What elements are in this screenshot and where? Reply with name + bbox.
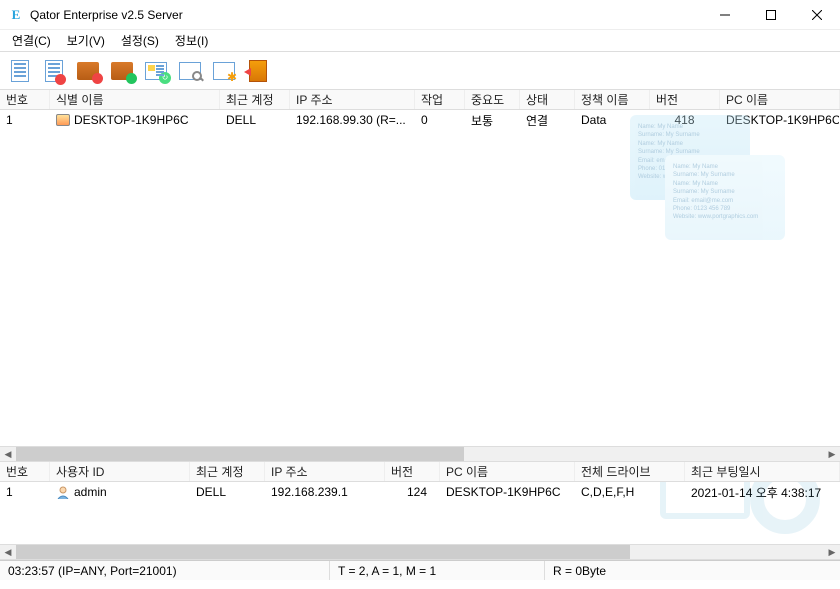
app-logo-icon: E	[8, 7, 24, 23]
col-version[interactable]: 버전	[650, 90, 720, 109]
cell-pcname: DESKTOP-1K9HP6C	[440, 482, 575, 502]
cell-no: 1	[0, 482, 50, 502]
toolbar-exit-icon[interactable]	[244, 57, 272, 85]
window-title: Qator Enterprise v2.5 Server	[30, 8, 702, 22]
toolbar-news-refresh-icon[interactable]: ↻	[142, 57, 170, 85]
col-drives[interactable]: 전체 드라이브	[575, 462, 685, 481]
col-priority[interactable]: 중요도	[465, 90, 520, 109]
col-version[interactable]: 버전	[385, 462, 440, 481]
watermark-decoration: Name: My NameSurname: My SurnameName: My…	[610, 110, 830, 310]
cell-ident: DESKTOP-1K9HP6C	[50, 110, 220, 130]
scroll-track[interactable]	[16, 446, 824, 462]
cell-user-text: admin	[74, 485, 107, 499]
users-grid-body[interactable]: 1 admin DELL 192.168.239.1 124 DESKTOP-1…	[0, 482, 840, 544]
status-mid: T = 2, A = 1, M = 1	[330, 561, 545, 580]
menubar: 연결(C) 보기(V) 설정(S) 정보(I)	[0, 30, 840, 52]
maximize-button[interactable]	[748, 0, 794, 30]
users-hscrollbar[interactable]: ◀ ▶	[0, 544, 840, 560]
status-left: 03:23:57 (IP=ANY, Port=21001)	[0, 561, 330, 580]
menu-settings[interactable]: 설정(S)	[113, 30, 167, 51]
toolbar-settings-icon[interactable]	[210, 57, 238, 85]
scroll-track[interactable]	[16, 544, 824, 560]
toolbar-document-icon[interactable]	[6, 57, 34, 85]
col-ip[interactable]: IP 주소	[265, 462, 385, 481]
cell-account: DELL	[190, 482, 265, 502]
col-ip[interactable]: IP 주소	[290, 90, 415, 109]
menu-info[interactable]: 정보(I)	[167, 30, 216, 51]
cell-drives: C,D,E,F,H	[575, 482, 685, 502]
cell-ident-text: DESKTOP-1K9HP6C	[74, 113, 189, 127]
cell-job: 0	[415, 110, 465, 130]
clients-grid: 번호 식별 이름 최근 계정 IP 주소 작업 중요도 상태 정책 이름 버전 …	[0, 90, 840, 462]
cell-policy: Data	[575, 110, 650, 130]
col-pcname[interactable]: PC 이름	[440, 462, 575, 481]
user-icon	[56, 485, 70, 499]
cell-ip: 192.168.99.30 (R=...	[290, 110, 415, 130]
titlebar: E Qator Enterprise v2.5 Server	[0, 0, 840, 30]
table-row[interactable]: 1 admin DELL 192.168.239.1 124 DESKTOP-1…	[0, 482, 840, 502]
col-pcname[interactable]: PC 이름	[720, 90, 840, 109]
cell-account: DELL	[220, 110, 290, 130]
col-account[interactable]: 최근 계정	[190, 462, 265, 481]
col-state[interactable]: 상태	[520, 90, 575, 109]
users-grid: 번호 사용자 ID 최근 계정 IP 주소 버전 PC 이름 전체 드라이브 최…	[0, 462, 840, 560]
status-right: R = 0Byte	[545, 561, 840, 580]
toolbar-book-ok-icon[interactable]	[108, 57, 136, 85]
menu-connect[interactable]: 연결(C)	[4, 30, 59, 51]
toolbar-book-remove-icon[interactable]	[74, 57, 102, 85]
statusbar: 03:23:57 (IP=ANY, Port=21001) T = 2, A =…	[0, 560, 840, 580]
pc-icon	[56, 114, 70, 126]
cell-user: admin	[50, 482, 190, 502]
toolbar: ↻	[0, 52, 840, 90]
cell-version: 124	[385, 482, 440, 502]
users-grid-header: 번호 사용자 ID 최근 계정 IP 주소 버전 PC 이름 전체 드라이브 최…	[0, 462, 840, 482]
close-button[interactable]	[794, 0, 840, 30]
scroll-left-icon[interactable]: ◀	[0, 446, 16, 462]
cell-version: 418	[650, 110, 720, 130]
col-no[interactable]: 번호	[0, 90, 50, 109]
col-policy[interactable]: 정책 이름	[575, 90, 650, 109]
cell-priority: 보통	[465, 110, 520, 130]
col-job[interactable]: 작업	[415, 90, 465, 109]
cell-lastboot: 2021-01-14 오후 4:38:17	[685, 482, 840, 502]
col-no[interactable]: 번호	[0, 462, 50, 481]
minimize-button[interactable]	[702, 0, 748, 30]
col-account[interactable]: 최근 계정	[220, 90, 290, 109]
col-user[interactable]: 사용자 ID	[50, 462, 190, 481]
cell-state: 연결	[520, 110, 575, 130]
scroll-right-icon[interactable]: ▶	[824, 446, 840, 462]
toolbar-document-disabled-icon[interactable]	[40, 57, 68, 85]
scroll-left-icon[interactable]: ◀	[0, 544, 16, 560]
cell-pcname: DESKTOP-1K9HP6C	[720, 110, 840, 130]
scroll-right-icon[interactable]: ▶	[824, 544, 840, 560]
clients-grid-header: 번호 식별 이름 최근 계정 IP 주소 작업 중요도 상태 정책 이름 버전 …	[0, 90, 840, 110]
clients-hscrollbar[interactable]: ◀ ▶	[0, 446, 840, 462]
cell-ip: 192.168.239.1	[265, 482, 385, 502]
clients-grid-body[interactable]: 1 DESKTOP-1K9HP6C DELL 192.168.99.30 (R=…	[0, 110, 840, 446]
col-ident[interactable]: 식별 이름	[50, 90, 220, 109]
table-row[interactable]: 1 DESKTOP-1K9HP6C DELL 192.168.99.30 (R=…	[0, 110, 840, 130]
toolbar-search-icon[interactable]	[176, 57, 204, 85]
cell-no: 1	[0, 110, 50, 130]
menu-view[interactable]: 보기(V)	[59, 30, 113, 51]
col-lastboot[interactable]: 최근 부팅일시	[685, 462, 840, 481]
